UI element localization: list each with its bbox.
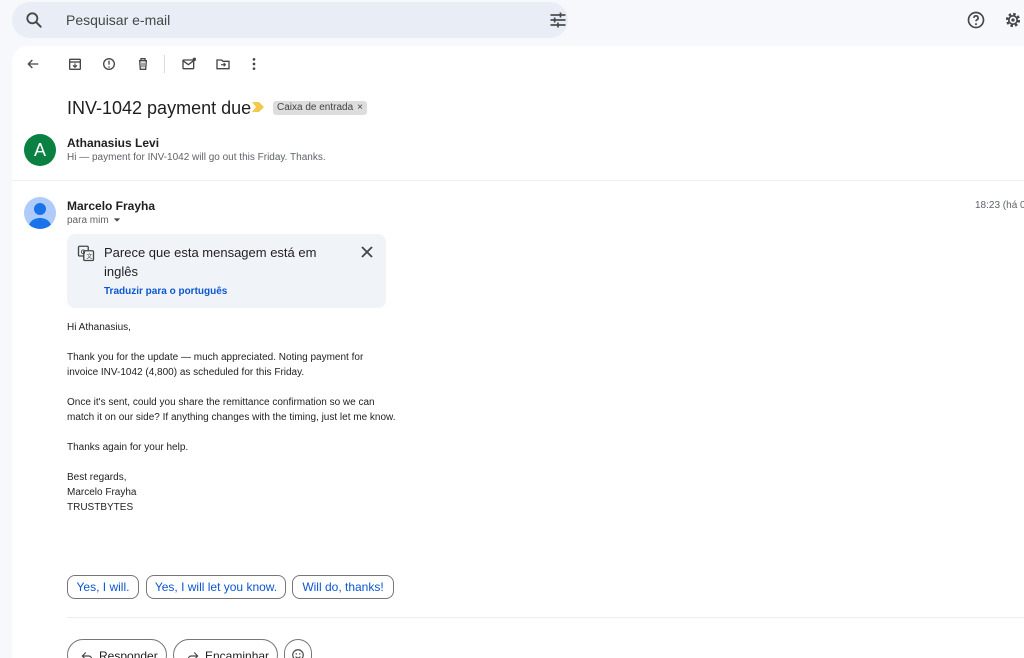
reply-icon xyxy=(81,652,93,658)
avatar: A xyxy=(24,134,56,166)
body-paragraph: Thanks again for your help. xyxy=(67,442,189,453)
help-icon[interactable] xyxy=(966,10,986,30)
forward-label: Encaminhar xyxy=(205,649,270,658)
more-vert-icon[interactable] xyxy=(246,56,262,72)
emoji-reaction-button[interactable] xyxy=(284,639,312,658)
search-bar[interactable]: Pesquisar e-mail xyxy=(12,2,568,38)
message-divider xyxy=(12,180,1024,181)
translate-link[interactable]: Traduzir para o português xyxy=(104,286,227,297)
body-paragraph: Once it's sent, could you share the remi… xyxy=(67,397,396,423)
signature-line: Marcelo Frayha xyxy=(67,487,137,498)
settings-gear-icon[interactable] xyxy=(1003,10,1023,30)
translate-title: Parece que esta mensagem está em inglês xyxy=(104,245,317,279)
message-panel: INV-1042 payment due Caixa de entrada × A… xyxy=(12,46,1024,658)
toolbar-divider xyxy=(164,55,165,73)
delete-icon[interactable] xyxy=(135,56,151,72)
reply-label: Responder xyxy=(99,649,158,658)
body-paragraph: Thank you for the update — much apprecia… xyxy=(67,352,364,378)
move-to-icon[interactable] xyxy=(215,56,231,72)
label-chip-text: Caixa de entrada xyxy=(277,102,354,113)
emoji-icon xyxy=(292,649,304,658)
chevron-down-icon[interactable] xyxy=(113,216,121,224)
recipient-label: para mim xyxy=(67,215,109,226)
avatar-default-icon xyxy=(24,197,56,229)
sender-name[interactable]: Athanasius Levi xyxy=(67,136,159,150)
signature-line: Best regards, xyxy=(67,472,127,483)
search-icon[interactable] xyxy=(24,10,44,30)
email-subject: INV-1042 payment due xyxy=(67,98,252,118)
archive-icon[interactable] xyxy=(67,56,83,72)
tune-icon[interactable] xyxy=(548,10,568,30)
back-arrow-icon[interactable] xyxy=(25,56,41,72)
signature-line: TRUSTBYTES xyxy=(67,502,134,513)
label-remove-button[interactable]: × xyxy=(357,102,363,113)
smart-reply-button[interactable]: Yes, I will let you know. xyxy=(146,575,286,599)
message-body: Hi Athanasius, Thank you for the update … xyxy=(67,320,397,515)
forward-icon xyxy=(187,652,199,658)
forward-button[interactable]: Encaminhar xyxy=(173,639,278,658)
close-icon[interactable] xyxy=(360,245,374,259)
smart-reply-button[interactable]: Will do, thanks! xyxy=(292,575,394,599)
reply-button[interactable]: Responder xyxy=(67,639,167,658)
message-timestamp: 18:23 (há 0 m xyxy=(975,200,1024,211)
translate-icon: G文 xyxy=(77,245,95,262)
svg-text:G: G xyxy=(81,250,86,256)
translate-banner: G文 Parece que esta mensagem está em ingl… xyxy=(67,234,386,308)
mark-unread-icon[interactable] xyxy=(181,56,197,72)
body-paragraph: Hi Athanasius, xyxy=(67,322,131,333)
message-snippet[interactable]: Hi — payment for INV-1042 will go out th… xyxy=(67,152,326,163)
top-bar: Pesquisar e-mail xyxy=(0,0,1024,44)
smart-reply-button[interactable]: Yes, I will. xyxy=(67,575,139,599)
report-spam-icon[interactable] xyxy=(101,56,117,72)
actions-divider xyxy=(67,617,1024,618)
sender-name[interactable]: Marcelo Frayha xyxy=(67,199,155,213)
label-chip-inbox[interactable]: Caixa de entrada × xyxy=(273,101,368,115)
search-input[interactable]: Pesquisar e-mail xyxy=(66,12,170,28)
importance-marker-icon[interactable] xyxy=(252,102,264,112)
recipient-details[interactable]: para mim xyxy=(67,215,121,226)
